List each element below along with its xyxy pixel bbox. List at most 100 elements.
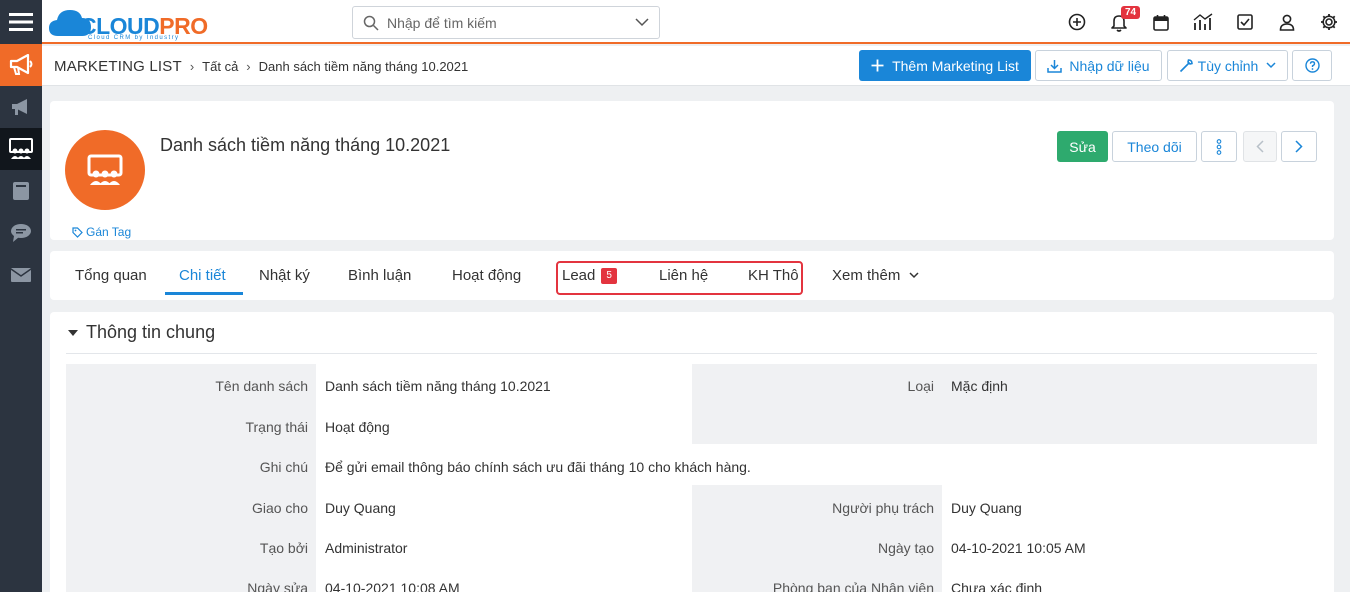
tab-lead[interactable]: Lead 5 bbox=[562, 267, 617, 284]
tab-comments[interactable]: Bình luận bbox=[348, 267, 411, 284]
field-value-owner: Duy Quang bbox=[951, 500, 1022, 516]
tab-log[interactable]: Nhật ký bbox=[259, 267, 310, 284]
quick-create-button[interactable] bbox=[1056, 0, 1098, 44]
notification-count-badge: 74 bbox=[1121, 6, 1141, 19]
presentation-group-icon bbox=[9, 138, 33, 159]
plus-circle-icon bbox=[1068, 13, 1086, 31]
sidebar-item-marketing-list[interactable] bbox=[0, 128, 42, 170]
assign-tag-label: Gán Tag bbox=[86, 225, 132, 239]
sidebar-item-campaigns[interactable] bbox=[0, 86, 42, 128]
chevron-down-icon bbox=[1266, 62, 1276, 69]
tab-contacts[interactable]: Liên hệ bbox=[659, 267, 708, 284]
vertical-dots-icon bbox=[1216, 138, 1222, 155]
right-value-column-top bbox=[942, 364, 1317, 444]
section-header[interactable]: Thông tin chung bbox=[68, 322, 215, 343]
breadcrumb-separator-icon: › bbox=[246, 59, 251, 74]
previous-record-button[interactable] bbox=[1243, 131, 1277, 162]
presentation-group-icon bbox=[87, 154, 123, 185]
sidebar bbox=[0, 0, 42, 592]
chevron-down-icon bbox=[909, 272, 919, 279]
breadcrumb-all[interactable]: Tất cả bbox=[202, 59, 238, 74]
right-label-column-top bbox=[692, 364, 942, 444]
cloudpro-logo[interactable]: CLOUDPRO Cloud CRM by Industry bbox=[48, 6, 208, 41]
gear-icon bbox=[1321, 14, 1337, 30]
more-actions-button[interactable] bbox=[1201, 131, 1237, 162]
download-icon bbox=[1047, 59, 1063, 73]
record-avatar bbox=[65, 130, 145, 210]
tab-activities[interactable]: Hoạt động bbox=[452, 267, 521, 284]
notifications-button[interactable]: 74 bbox=[1098, 0, 1141, 44]
field-label-created-by: Tạo bởi bbox=[259, 540, 308, 556]
user-profile-button[interactable] bbox=[1266, 0, 1308, 44]
follow-button[interactable]: Theo dõi bbox=[1112, 131, 1197, 162]
field-value-assigned-to: Duy Quang bbox=[325, 500, 396, 516]
record-header-card: Danh sách tiềm năng tháng 10.2021 Gán Ta… bbox=[50, 101, 1334, 240]
logo-tagline: Cloud CRM by Industry bbox=[88, 35, 180, 41]
tab-overview[interactable]: Tổng quan bbox=[75, 267, 147, 284]
import-button-label: Nhập dữ liệu bbox=[1069, 57, 1150, 74]
customize-button[interactable]: Tùy chỉnh bbox=[1167, 50, 1288, 81]
top-bar: CLOUDPRO Cloud CRM by Industry 74 bbox=[42, 0, 1350, 44]
record-title: Danh sách tiềm năng tháng 10.2021 bbox=[160, 135, 451, 155]
global-search[interactable] bbox=[352, 6, 660, 39]
tasks-button[interactable] bbox=[1224, 0, 1266, 44]
add-button-label: Thêm Marketing List bbox=[892, 57, 1019, 74]
sidebar-item-email[interactable] bbox=[0, 254, 42, 296]
sidebar-item-marketing[interactable] bbox=[0, 44, 42, 86]
field-value-list-name: Danh sách tiềm năng tháng 10.2021 bbox=[325, 378, 551, 394]
megaphone-small-icon bbox=[12, 99, 27, 115]
chevron-down-icon[interactable] bbox=[635, 17, 649, 27]
field-label-note: Ghi chú bbox=[259, 459, 308, 475]
field-label-list-name: Tên danh sách bbox=[215, 378, 308, 394]
edit-button[interactable]: Sửa bbox=[1057, 131, 1108, 162]
record-tabs: Tổng quan Chi tiết Nhật ký Bình luận Hoạ… bbox=[50, 251, 1334, 300]
next-record-button[interactable] bbox=[1281, 131, 1317, 162]
section-divider bbox=[66, 353, 1317, 354]
field-value-note: Để gửi email thông báo chính sách ưu đãi… bbox=[325, 459, 751, 475]
checkbox-icon bbox=[1237, 14, 1253, 30]
import-data-button[interactable]: Nhập dữ liệu bbox=[1035, 50, 1162, 81]
field-value-modified-date: 04-10-2021 10:08 AM bbox=[325, 580, 460, 592]
megaphone-icon bbox=[9, 54, 33, 75]
general-info-section: Thông tin chung Tên danh sách Danh sách … bbox=[50, 312, 1334, 592]
chart-icon bbox=[1193, 13, 1213, 30]
tab-raw-customers[interactable]: KH Thô bbox=[748, 267, 799, 284]
field-value-department: Chưa xác định bbox=[951, 580, 1043, 592]
sidebar-item-chat[interactable] bbox=[0, 212, 42, 254]
field-label-created-date: Ngày tạo bbox=[877, 540, 934, 556]
customize-button-label: Tùy chỉnh bbox=[1197, 57, 1259, 74]
help-icon bbox=[1304, 58, 1320, 73]
hamburger-icon bbox=[9, 13, 33, 31]
user-icon bbox=[1279, 14, 1295, 31]
tab-details[interactable]: Chi tiết bbox=[179, 267, 226, 284]
plus-icon bbox=[871, 59, 884, 72]
field-label-modified-date: Ngày sửa bbox=[247, 580, 308, 592]
field-label-department: Phòng ban của Nhân viên bbox=[772, 580, 934, 592]
tag-icon bbox=[72, 226, 83, 238]
calendar-button[interactable] bbox=[1140, 0, 1182, 44]
field-value-created-date: 04-10-2021 10:05 AM bbox=[951, 540, 1086, 556]
tab-lead-label: Lead bbox=[562, 267, 596, 284]
help-button[interactable] bbox=[1292, 50, 1332, 81]
add-marketing-list-button[interactable]: Thêm Marketing List bbox=[859, 50, 1031, 81]
lead-count-badge: 5 bbox=[601, 268, 617, 284]
wrench-icon bbox=[1179, 58, 1193, 72]
reports-button[interactable] bbox=[1182, 0, 1224, 44]
tab-more[interactable]: Xem thêm bbox=[832, 267, 919, 284]
field-value-created-by: Administrator bbox=[325, 540, 408, 556]
sidebar-item-documents[interactable] bbox=[0, 170, 42, 212]
menu-toggle[interactable] bbox=[0, 0, 42, 44]
caret-down-icon bbox=[68, 329, 78, 336]
section-title: Thông tin chung bbox=[86, 322, 216, 342]
assign-tag-link[interactable]: Gán Tag bbox=[72, 225, 131, 239]
field-value-status: Hoạt động bbox=[325, 419, 390, 435]
left-label-column bbox=[66, 364, 316, 592]
settings-button[interactable] bbox=[1308, 0, 1350, 44]
breadcrumb-current: Danh sách tiềm năng tháng 10.2021 bbox=[258, 59, 469, 74]
chat-icon bbox=[11, 224, 31, 242]
tab-more-label: Xem thêm bbox=[832, 267, 901, 284]
search-input[interactable] bbox=[387, 13, 617, 33]
breadcrumb-module[interactable]: MARKETING LIST bbox=[54, 58, 182, 75]
active-tab-indicator bbox=[165, 292, 243, 295]
field-value-type: Mặc định bbox=[951, 378, 1008, 394]
